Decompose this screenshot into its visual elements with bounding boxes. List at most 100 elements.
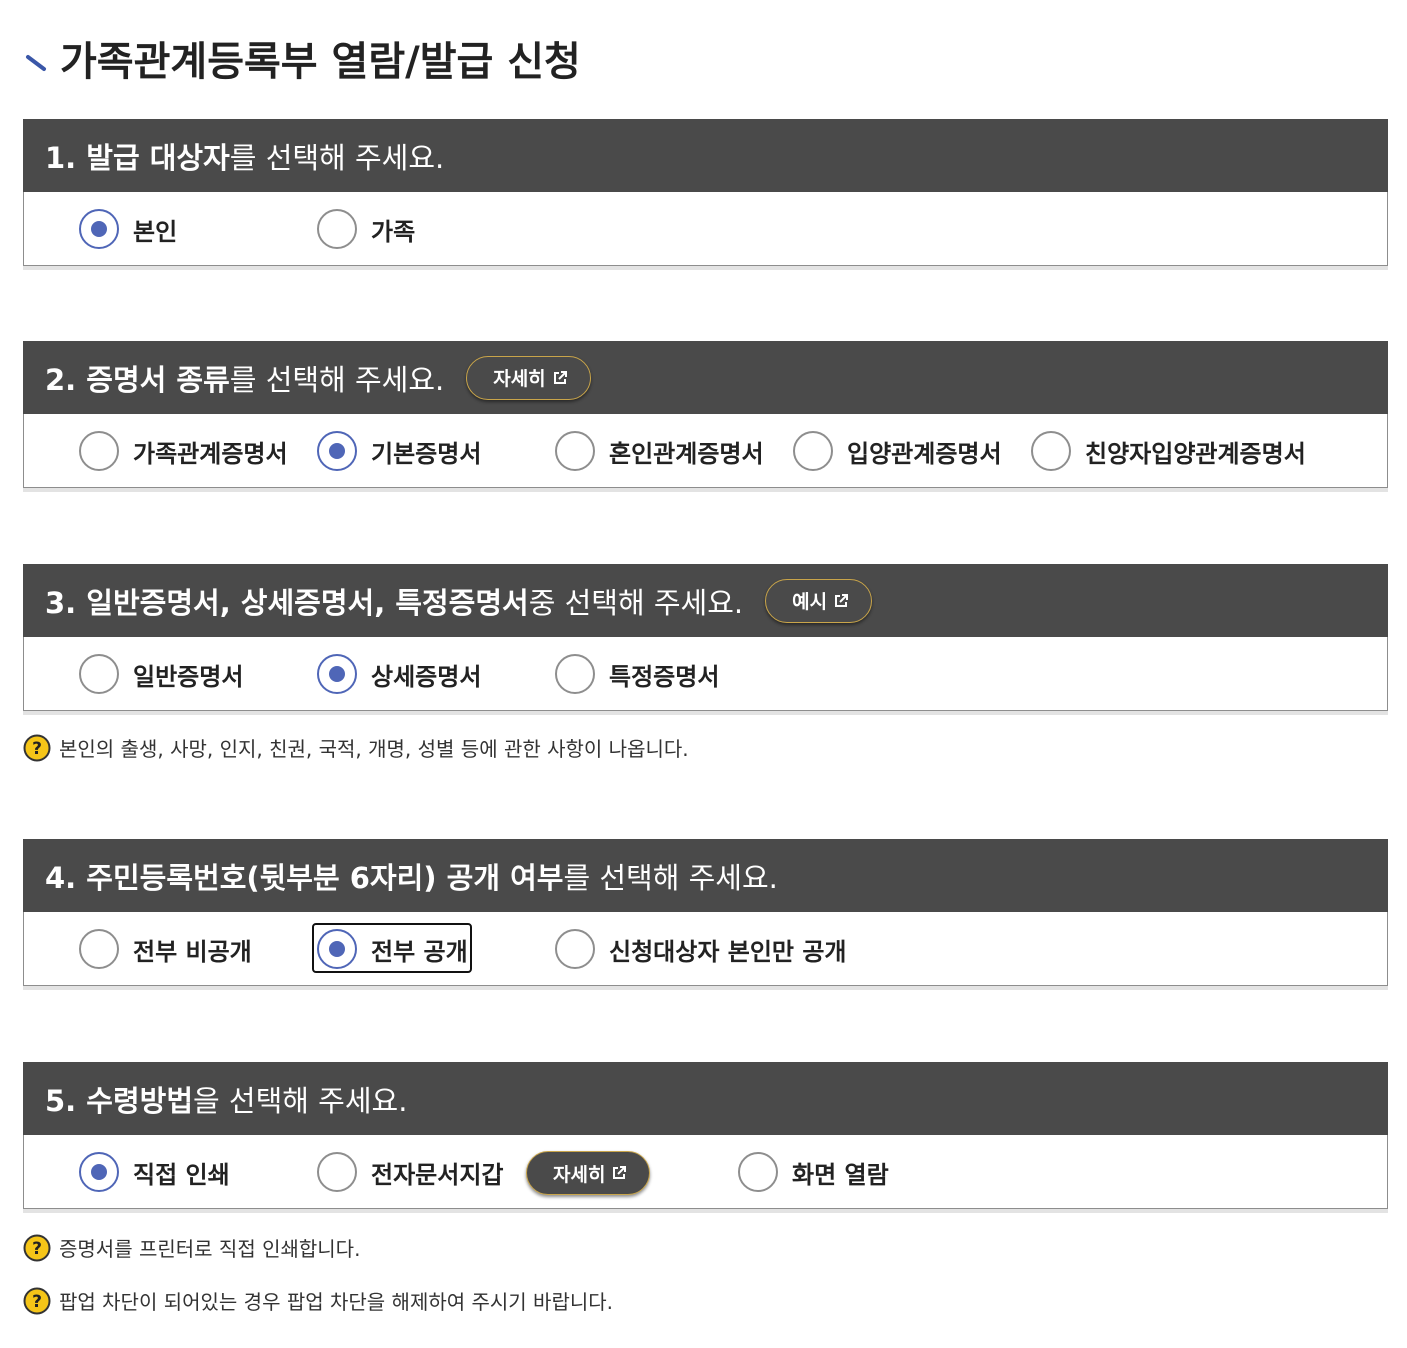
radio-button[interactable] [793, 431, 833, 471]
section-header-bold: 5. 수령방법 [45, 1083, 194, 1118]
radio-label: 가족 [371, 217, 416, 246]
wallet-detail-button-label: 자세히 [553, 1163, 606, 1186]
section-header-normal: 을 선택해 주세요. [193, 1083, 408, 1118]
radio-option-general[interactable]: 일반증명서 [79, 637, 243, 711]
radio-option-all-private[interactable]: 전부 비공개 [79, 912, 252, 986]
section-options: 직접 인쇄 전자문서지갑 자세히 화면 열람 [23, 1135, 1388, 1209]
radio-option-screen-view[interactable]: 화면 열람 [738, 1135, 889, 1209]
question-help-icon: ? [23, 1287, 51, 1314]
section-header: 2. 증명서 종류 를 선택해 주세요. 자세히 [23, 341, 1388, 414]
help-note-print: ? 증명서를 프린터로 직접 인쇄합니다. [23, 1233, 360, 1262]
radio-label: 전부 비공개 [133, 937, 252, 966]
radio-option-e-wallet[interactable]: 전자문서지갑 [317, 1135, 503, 1209]
page: 가족관계등록부 열람/발급 신청 1. 발급 대상자 를 선택해 주세요. 본인 … [0, 0, 1407, 1348]
section-divider [23, 266, 1388, 270]
radio-label: 전자문서지갑 [371, 1160, 504, 1189]
section-rrn-disclosure: 4. 주민등록번호(뒷부분 6자리) 공개 여부 를 선택해 주세요. 전부 비공… [23, 839, 1388, 990]
help-text: 본인의 출생, 사망, 인지, 친권, 국적, 개명, 성별 등에 관한 사항이… [59, 737, 689, 761]
example-button-label: 예시 [792, 591, 828, 613]
section-divider [23, 1209, 1388, 1213]
svg-text:?: ? [32, 1292, 42, 1312]
radio-option-print[interactable]: 직접 인쇄 [79, 1135, 230, 1209]
radio-label: 혼인관계증명서 [609, 439, 764, 468]
help-note-detailed: ? 본인의 출생, 사망, 인지, 친권, 국적, 개명, 성별 등에 관한 사… [23, 733, 689, 762]
radio-option-adoption[interactable]: 입양관계증명서 [793, 414, 1002, 488]
radio-label: 가족관계증명서 [133, 439, 288, 468]
radio-button[interactable] [1031, 431, 1071, 471]
detail-button-label: 자세히 [493, 368, 546, 390]
radio-button[interactable] [79, 209, 119, 249]
radio-option-full-adoption[interactable]: 친양자입양관계증명서 [1031, 414, 1306, 488]
section-divider [23, 711, 1388, 715]
detail-button[interactable]: 자세히 [466, 355, 591, 400]
section-header-bold: 1. 발급 대상자 [45, 140, 230, 175]
section-options: 전부 비공개 전부 공개 신청대상자 본인만 공개 [23, 912, 1388, 986]
radio-button[interactable] [317, 209, 357, 249]
radio-label: 신청대상자 본인만 공개 [609, 937, 847, 966]
radio-option-family[interactable]: 가족 [317, 192, 415, 266]
section-options: 본인 가족 [23, 192, 1388, 266]
radio-button[interactable] [317, 431, 357, 471]
radio-option-specific[interactable]: 특정증명서 [555, 637, 719, 711]
section-header: 3. 일반증명서, 상세증명서, 특정증명서 중 선택해 주세요. 예시 [23, 564, 1388, 637]
radio-button[interactable] [317, 1152, 357, 1192]
radio-option-basic[interactable]: 기본증명서 [317, 414, 481, 488]
help-text: 팝업 차단이 되어있는 경우 팝업 차단을 해제하여 주시기 바랍니다. [59, 1290, 614, 1314]
radio-button[interactable] [555, 929, 595, 969]
radio-option-marriage[interactable]: 혼인관계증명서 [555, 414, 764, 488]
section-header-bold: 4. 주민등록번호(뒷부분 6자리) 공개 여부 [45, 860, 564, 895]
svg-text:?: ? [32, 739, 42, 759]
help-text: 증명서를 프린터로 직접 인쇄합니다. [59, 1237, 361, 1261]
section-divider [23, 488, 1388, 492]
section-options: 일반증명서 상세증명서 특정증명서 [23, 637, 1388, 711]
external-link-icon [835, 593, 849, 607]
section-receive-method: 5. 수령방법 을 선택해 주세요. 직접 인쇄 전자문서지갑 자세히 화면 열람 [23, 1062, 1388, 1213]
section-issue-target: 1. 발급 대상자 를 선택해 주세요. 본인 가족 [23, 119, 1388, 270]
radio-button[interactable] [79, 654, 119, 694]
page-title: 가족관계등록부 열람/발급 신청 [24, 28, 581, 88]
radio-button[interactable] [79, 431, 119, 471]
wallet-detail-button[interactable]: 자세히 [526, 1151, 651, 1195]
external-link-icon [613, 1166, 627, 1179]
radio-label: 입양관계증명서 [847, 439, 1002, 468]
section-header-bold: 2. 증명서 종류 [45, 362, 230, 397]
question-help-icon: ? [23, 734, 51, 761]
radio-option-all-public[interactable]: 전부 공개 [317, 912, 468, 986]
section-header-normal: 를 선택해 주세요. [229, 140, 445, 175]
radio-option-family-relation[interactable]: 가족관계증명서 [79, 414, 288, 488]
section-options: 가족관계증명서 기본증명서 혼인관계증명서 입양관계증명서 친양자입양관계증명서 [23, 414, 1388, 488]
external-link-icon [553, 370, 567, 384]
radio-option-self[interactable]: 본인 [79, 192, 177, 266]
radio-button[interactable] [79, 1152, 119, 1192]
radio-button[interactable] [738, 1152, 778, 1192]
radio-button[interactable] [555, 431, 595, 471]
radio-button[interactable] [555, 654, 595, 694]
radio-button[interactable] [317, 654, 357, 694]
section-header-normal: 를 선택해 주세요. [563, 860, 778, 895]
radio-label: 본인 [133, 217, 178, 246]
section-certificate-type: 2. 증명서 종류 를 선택해 주세요. 자세히 가족관계증명서 기본증명서 혼인… [23, 341, 1388, 492]
section-header-normal: 중 선택해 주세요. [528, 585, 744, 620]
section-header-bold: 3. 일반증명서, 상세증명서, 특정증명서 [45, 585, 529, 620]
radio-label: 직접 인쇄 [133, 1160, 230, 1189]
section-header-normal: 를 선택해 주세요. [229, 362, 445, 397]
radio-label: 전부 공개 [371, 937, 468, 966]
radio-option-self-only-public[interactable]: 신청대상자 본인만 공개 [555, 912, 847, 986]
radio-label: 화면 열람 [792, 1160, 889, 1189]
radio-button[interactable] [79, 929, 119, 969]
section-certificate-level: 3. 일반증명서, 상세증명서, 특정증명서 중 선택해 주세요. 예시 일반증… [23, 564, 1388, 715]
radio-label: 친양자입양관계증명서 [1085, 439, 1306, 468]
radio-label: 특정증명서 [609, 662, 720, 691]
radio-option-detailed[interactable]: 상세증명서 [317, 637, 481, 711]
title-slash-icon [26, 55, 46, 71]
radio-button[interactable] [317, 929, 357, 969]
radio-label: 상세증명서 [371, 662, 482, 691]
page-title-text: 가족관계등록부 열람/발급 신청 [60, 39, 581, 85]
radio-label: 일반증명서 [133, 662, 244, 691]
section-header: 1. 발급 대상자 를 선택해 주세요. [23, 119, 1388, 192]
svg-text:?: ? [32, 1239, 42, 1259]
section-header: 4. 주민등록번호(뒷부분 6자리) 공개 여부 를 선택해 주세요. [23, 839, 1388, 912]
example-button[interactable]: 예시 [765, 578, 873, 623]
question-help-icon: ? [23, 1234, 51, 1261]
radio-label: 기본증명서 [371, 439, 482, 468]
